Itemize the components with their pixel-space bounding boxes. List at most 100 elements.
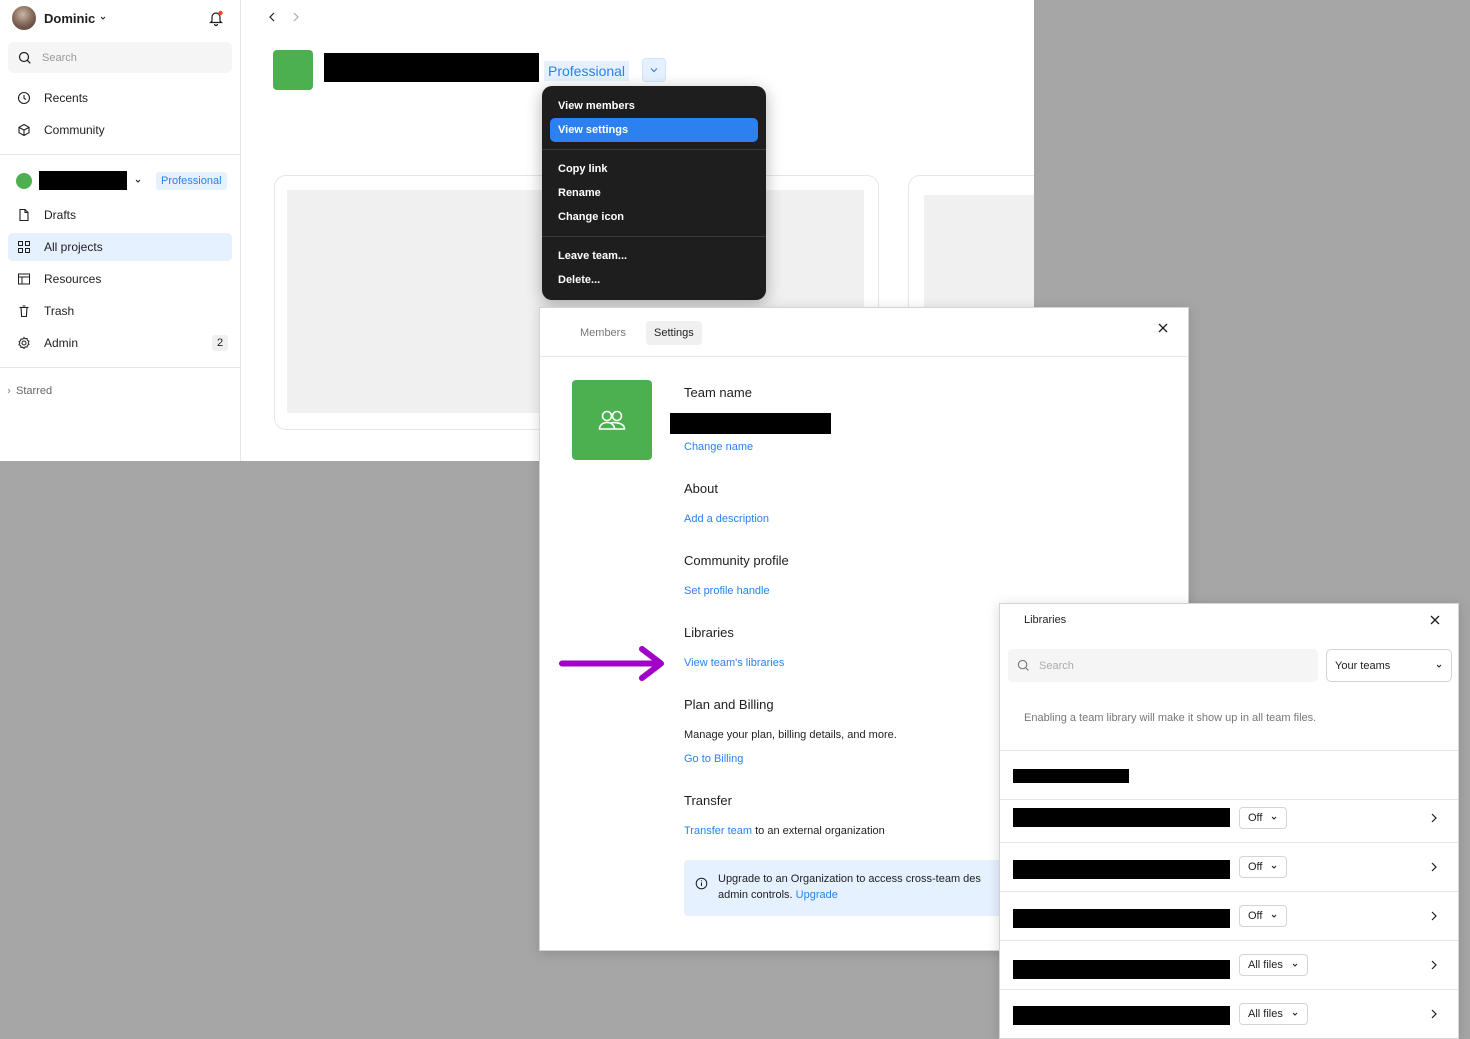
library-row[interactable]: Off — [1000, 799, 1458, 848]
add-description-link[interactable]: Add a description — [684, 513, 769, 525]
chevron-down-icon — [1291, 961, 1299, 969]
change-name-link[interactable]: Change name — [684, 441, 753, 453]
library-status: Off — [1248, 910, 1263, 922]
menu-item-rename[interactable]: Rename — [550, 181, 758, 205]
team-dot — [16, 173, 32, 189]
team-name-redacted — [670, 413, 831, 434]
library-status: Off — [1248, 861, 1263, 873]
transfer-line: Transfer team to an external organizatio… — [684, 825, 885, 837]
library-search-input[interactable]: Search — [1008, 649, 1318, 682]
library-name-redacted — [1013, 960, 1230, 979]
chevron-down-icon — [1291, 1010, 1299, 1018]
team-filter-select[interactable]: Your teams — [1326, 649, 1452, 682]
library-row[interactable]: All files — [1000, 940, 1458, 989]
chevron-down-icon — [99, 14, 107, 22]
libraries-panel: Libraries Search Your teams Enabling a t… — [999, 603, 1459, 1039]
chevron-right-icon[interactable] — [1430, 1008, 1438, 1020]
menu-item-change-icon[interactable]: Change icon — [550, 205, 758, 229]
about-heading: About — [684, 481, 718, 496]
close-icon[interactable] — [1428, 613, 1442, 627]
chevron-down-icon — [1270, 912, 1278, 920]
library-info-text: Enabling a team library will make it sho… — [1024, 712, 1317, 724]
transfer-description: to an external organization — [755, 825, 885, 837]
library-row[interactable]: Off — [1000, 891, 1458, 940]
library-status-dropdown[interactable]: Off — [1239, 856, 1288, 878]
sidebar-item-label: Community — [44, 123, 105, 137]
info-icon — [695, 877, 708, 890]
tab-settings[interactable]: Settings — [646, 321, 702, 345]
menu-item-copy-link[interactable]: Copy link — [550, 157, 758, 181]
library-name-redacted — [1013, 909, 1230, 928]
menu-divider — [542, 149, 766, 150]
plan-label: Professional — [544, 61, 630, 81]
upgrade-notice-line2: admin controls. — [718, 889, 793, 901]
team-title-redacted — [324, 53, 539, 82]
chevron-right-icon[interactable] — [1430, 910, 1438, 922]
notifications-bell-icon[interactable] — [207, 9, 225, 27]
chevron-right-icon[interactable] — [1430, 812, 1438, 824]
plan-badge: Professional — [156, 172, 227, 190]
sidebar-item-recents[interactable]: Recents — [8, 84, 232, 112]
library-row[interactable]: All files — [1000, 989, 1458, 1038]
libraries-heading: Libraries — [684, 625, 734, 640]
search-input[interactable]: Search — [8, 42, 232, 73]
team-name-redacted — [39, 171, 127, 190]
library-row[interactable]: Off — [1000, 842, 1458, 891]
library-status: All files — [1248, 1008, 1283, 1020]
sidebar-item-community[interactable]: Community — [8, 116, 232, 144]
set-profile-handle-link[interactable]: Set profile handle — [684, 585, 770, 597]
sidebar-item-trash[interactable]: Trash — [8, 297, 232, 325]
team-switcher[interactable]: Professional — [16, 170, 232, 192]
chevron-down-icon — [134, 177, 142, 185]
menu-item-delete[interactable]: Delete... — [550, 268, 758, 292]
community-profile-heading: Community profile — [684, 553, 789, 568]
menu-item-view-members[interactable]: View members — [550, 94, 758, 118]
sidebar-item-label: Admin — [44, 336, 79, 350]
back-arrow-icon[interactable] — [267, 11, 277, 23]
upgrade-notice: Upgrade to an Organization to access cro… — [684, 860, 1014, 916]
sidebar-item-label: All projects — [44, 240, 103, 254]
library-status: All files — [1248, 959, 1283, 971]
starred-section-toggle[interactable]: Starred — [6, 385, 52, 397]
chevron-down-icon — [649, 65, 659, 75]
menu-item-leave-team[interactable]: Leave team... — [550, 244, 758, 268]
upgrade-notice-line1: Upgrade to an Organization to access cro… — [718, 873, 981, 885]
sidebar-divider — [0, 154, 240, 155]
user-name: Dominic — [44, 10, 96, 26]
globe-cube-icon — [16, 122, 32, 138]
forward-arrow-icon[interactable] — [291, 11, 301, 23]
user-menu[interactable]: Dominic — [12, 6, 107, 30]
menu-item-view-settings[interactable]: View settings — [550, 118, 758, 142]
close-icon[interactable] — [1156, 321, 1170, 335]
view-team-libraries-link[interactable]: View team's libraries — [684, 657, 784, 669]
sidebar-item-resources[interactable]: Resources — [8, 265, 232, 293]
file-icon — [16, 207, 32, 223]
sidebar-item-label: Recents — [44, 91, 89, 105]
chevron-right-icon[interactable] — [1430, 861, 1438, 873]
library-status-dropdown[interactable]: Off — [1239, 807, 1288, 829]
sidebar-item-drafts[interactable]: Drafts — [8, 201, 232, 229]
chevron-right-icon[interactable] — [1430, 959, 1438, 971]
transfer-team-link[interactable]: Transfer team — [684, 825, 752, 837]
chevron-down-icon — [1270, 863, 1278, 871]
team-avatar[interactable] — [572, 380, 652, 460]
go-to-billing-link[interactable]: Go to Billing — [684, 753, 743, 765]
team-name-heading: Team name — [684, 385, 752, 400]
sidebar-item-label: Drafts — [44, 208, 77, 222]
admin-count-badge: 2 — [212, 335, 228, 351]
library-status-dropdown[interactable]: All files — [1239, 954, 1308, 976]
upgrade-link[interactable]: Upgrade — [796, 889, 838, 901]
chevron-right-icon — [6, 387, 12, 395]
search-icon — [18, 51, 32, 65]
team-name-redacted — [1013, 769, 1129, 783]
library-name-redacted — [1013, 1006, 1230, 1025]
team-options-dropdown[interactable] — [642, 58, 666, 82]
tab-members[interactable]: Members — [572, 321, 634, 345]
library-status-dropdown[interactable]: Off — [1239, 905, 1288, 927]
library-status-dropdown[interactable]: All files — [1239, 1003, 1308, 1025]
sidebar-divider — [0, 367, 240, 368]
team-icon — [273, 50, 313, 90]
sidebar-item-all-projects[interactable]: All projects — [8, 233, 232, 261]
sidebar-item-label: Trash — [44, 304, 75, 318]
sidebar-item-admin[interactable]: Admin 2 — [8, 329, 232, 357]
